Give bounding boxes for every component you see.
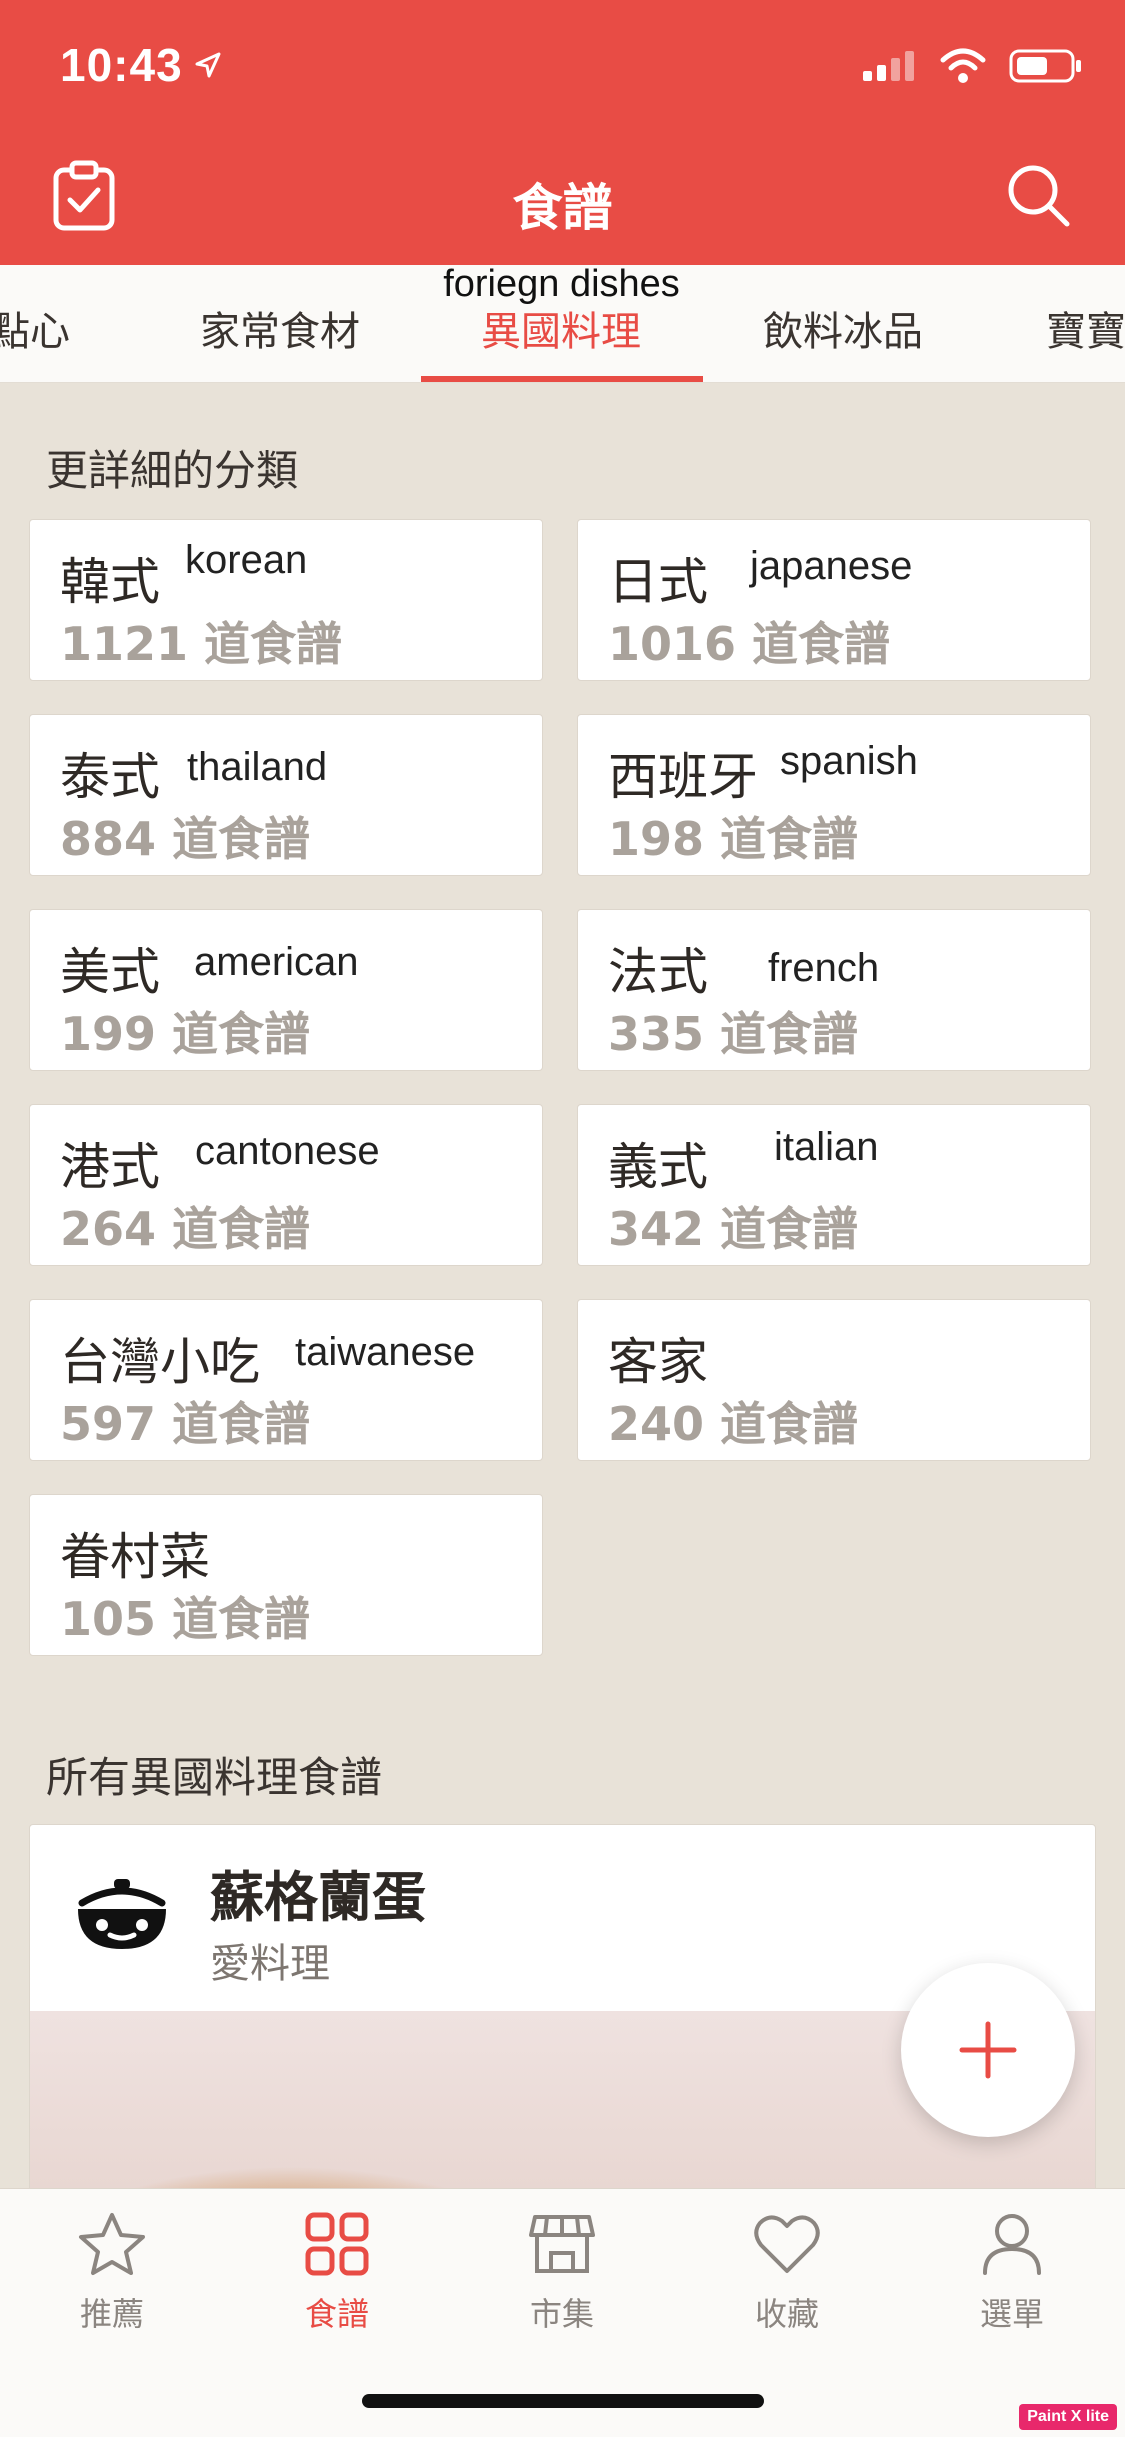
category-english: thailand [187,745,328,789]
category-count: 264 道食譜 [60,1202,311,1256]
nav-label: 選單 [979,2295,1044,2333]
tab-snacks[interactable]: 點心 [0,299,70,357]
category-card-thailand[interactable]: 泰式 thailand 884 道食譜 [29,714,543,876]
category-card-spanish[interactable]: 西班牙 spanish 198 道食譜 [577,714,1091,876]
all-recipes-title: 所有異國料理食譜 [46,1753,383,1802]
recipe-author: 愛料理 [210,1941,330,1987]
tab-baby[interactable]: 寶寶 [1046,299,1125,357]
watermark-badge: Paint X lite [1019,2404,1117,2430]
category-name: 港式 [60,1138,160,1196]
category-english: taiwanese [295,1330,476,1374]
category-english: korean [185,538,308,582]
nav-label: 市集 [529,2295,594,2333]
status-time-text: 10:43 [60,39,183,91]
category-count: 198 道食譜 [608,812,859,866]
heart-icon [754,2215,820,2273]
category-name: 日式 [608,553,708,611]
category-count: 199 道食譜 [60,1007,311,1061]
category-card-cantonese[interactable]: 港式 cantonese 264 道食譜 [29,1104,543,1266]
plus-icon [959,2021,1017,2079]
category-english: spanish [780,739,918,783]
category-count: 335 道食譜 [608,1007,859,1061]
status-icons [861,48,1083,84]
nav-favorites[interactable]: 收藏 [697,2211,877,2335]
category-count: 1016 道食譜 [608,617,891,671]
category-card-french[interactable]: 法式 french 335 道食譜 [577,909,1091,1071]
add-recipe-button[interactable] [901,1963,1075,2137]
category-english: cantonese [195,1129,380,1173]
tab-foreign-dishes[interactable]: 異國料理 [481,299,641,357]
page-title: 食譜 [512,179,613,237]
app-header: 10:43 食譜 [0,0,1125,265]
category-card-korean[interactable]: 韓式 korean 1121 道食譜 [29,519,543,681]
star-icon [79,2213,145,2275]
category-count: 240 道食譜 [608,1397,859,1451]
nav-label: 推薦 [79,2295,144,2333]
category-english: italian [774,1125,879,1169]
search-button[interactable] [1005,162,1073,234]
category-english: american [194,940,359,984]
category-count: 884 道食譜 [60,812,311,866]
nav-label: 食譜 [304,2295,369,2333]
tab-home-ingredients[interactable]: 家常食材 [200,299,360,357]
category-name: 泰式 [60,748,160,806]
category-name: 美式 [60,943,160,1001]
category-card-military-village[interactable]: 眷村菜 105 道食譜 [29,1494,543,1656]
search-icon [1008,165,1070,227]
grid-icon [305,2212,369,2276]
pot-logo-icon [78,1879,166,1949]
category-card-italian[interactable]: 義式 italian 342 道食譜 [577,1104,1091,1266]
location-arrow-icon [195,52,221,78]
nav-market[interactable]: 市集 [472,2211,652,2335]
category-count: 1121 道食譜 [60,617,343,671]
category-english: french [768,946,880,990]
nav-recipes[interactable]: 食譜 [247,2211,427,2335]
home-indicator[interactable] [362,2394,764,2408]
category-card-japanese[interactable]: 日式 japanese 1016 道食譜 [577,519,1091,681]
category-english: japanese [750,544,913,588]
category-card-american[interactable]: 美式 american 199 道食譜 [29,909,543,1071]
nav-recommend[interactable]: 推薦 [22,2211,202,2335]
category-name: 西班牙 [608,748,758,806]
category-name: 眷村菜 [60,1528,210,1586]
category-tabs: foriegn dishes 點心 家常食材 異國料理 飲料冰品 寶寶 [0,265,1125,383]
nav-menu[interactable]: 選單 [922,2211,1102,2335]
category-name: 客家 [608,1333,708,1391]
signal-icon [863,51,914,81]
category-card-hakka[interactable]: 客家 240 道食譜 [577,1299,1091,1461]
status-time: 10:43 [60,38,223,92]
category-count: 342 道食譜 [608,1202,859,1256]
active-tab-indicator [421,376,703,382]
wifi-icon [940,48,986,83]
category-count: 105 道食譜 [60,1592,311,1646]
category-name: 台灣小吃 [60,1333,260,1391]
profile-icon [983,2214,1041,2275]
category-name: 法式 [608,943,708,1001]
tab-drinks[interactable]: 飲料冰品 [763,299,923,357]
category-name: 義式 [608,1138,708,1196]
category-count: 597 道食譜 [60,1397,311,1451]
nav-label: 收藏 [754,2295,819,2333]
store-icon [529,2215,595,2273]
battery-icon [1009,49,1081,83]
category-name: 韓式 [60,553,160,611]
category-card-taiwanese[interactable]: 台灣小吃 taiwanese 597 道食譜 [29,1299,543,1461]
subcategory-title: 更詳細的分類 [46,446,299,495]
recipe-title: 蘇格蘭蛋 [210,1866,426,1929]
